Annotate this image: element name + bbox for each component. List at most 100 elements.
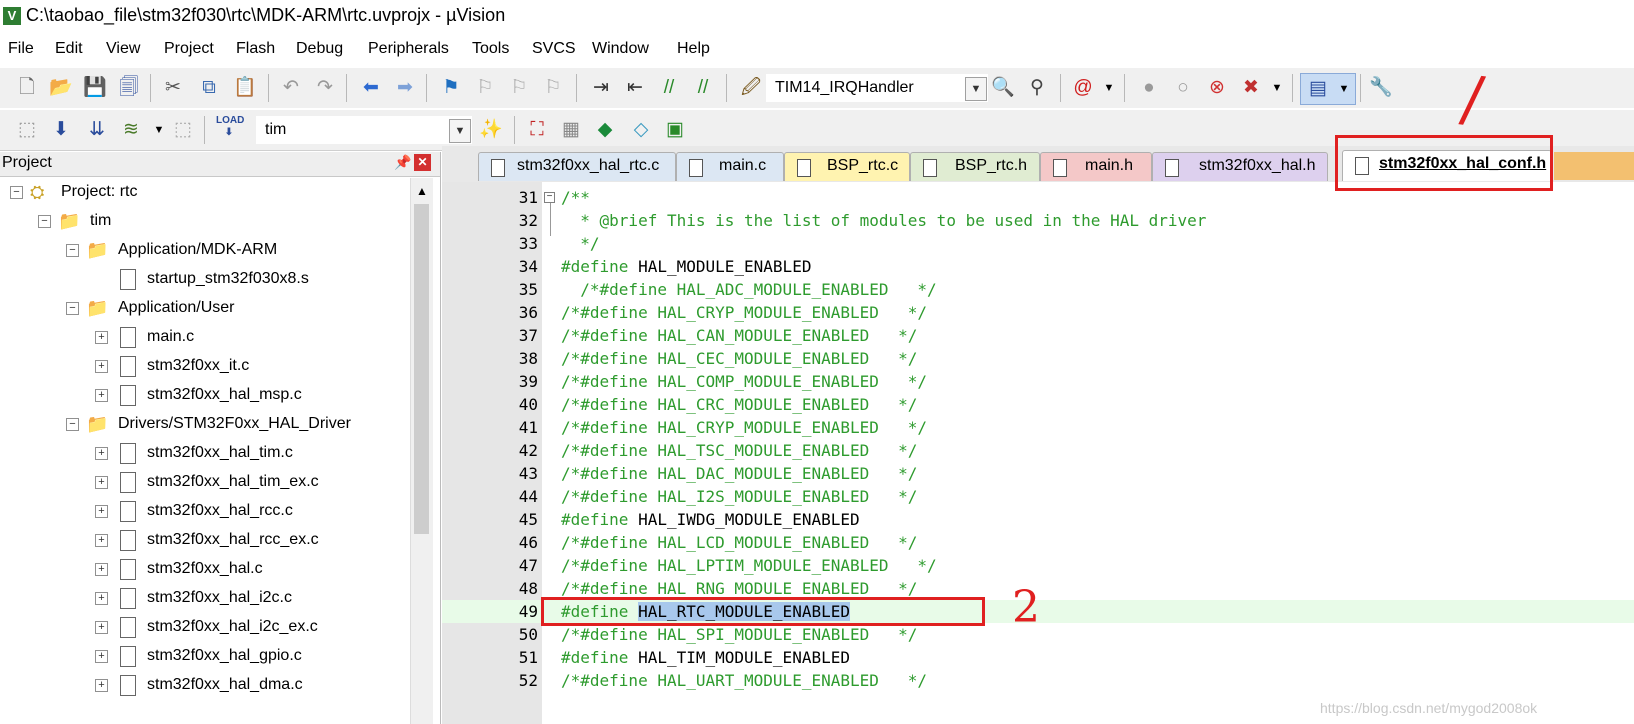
select-packs-icon[interactable]: ◆ bbox=[592, 117, 618, 143]
function-combo[interactable]: TIM14_IRQHandler ▼ bbox=[766, 74, 988, 102]
clear-bookmarks-icon[interactable]: ⚐ bbox=[540, 75, 566, 101]
navigate-forward-icon[interactable]: ➡ bbox=[392, 75, 418, 101]
expand-icon[interactable]: + bbox=[95, 563, 108, 576]
prev-bookmark-icon[interactable]: ⚐ bbox=[472, 75, 498, 101]
menu-tools[interactable]: Tools bbox=[472, 40, 509, 58]
expand-icon[interactable]: + bbox=[95, 650, 108, 663]
navigate-back-icon[interactable]: ⬅ bbox=[358, 75, 384, 101]
batch-build-icon[interactable]: ≋ bbox=[118, 117, 144, 143]
disable-breakpoint-icon[interactable]: ○ bbox=[1170, 75, 1196, 101]
menu-svcs[interactable]: SVCS bbox=[532, 40, 576, 58]
tab-bsp-rtc-c[interactable]: BSP_rtc.c bbox=[784, 152, 910, 181]
code-line[interactable]: 43 /*#define HAL_DAC_MODULE_ENABLED */ bbox=[442, 462, 1634, 485]
code-line[interactable]: 41 /*#define HAL_CRYP_MODULE_ENABLED */ bbox=[442, 416, 1634, 439]
chevron-down-icon[interactable]: ▼ bbox=[449, 119, 471, 143]
expand-icon[interactable]: + bbox=[95, 505, 108, 518]
code-line[interactable]: 32 * @brief This is the list of modules … bbox=[442, 209, 1634, 232]
unindent-icon[interactable]: ⇤ bbox=[622, 75, 648, 101]
tab-stm32f0xx-hal-h[interactable]: stm32f0xx_hal.h bbox=[1152, 152, 1328, 181]
rebuild-icon[interactable]: ⇊ bbox=[84, 117, 110, 143]
indent-icon[interactable]: ⇥ bbox=[588, 75, 614, 101]
save-all-icon[interactable]: 🗐 bbox=[116, 75, 142, 101]
code-line[interactable]: 34 #define HAL_MODULE_ENABLED bbox=[442, 255, 1634, 278]
tab-main-h[interactable]: main.h bbox=[1040, 152, 1152, 181]
code-line[interactable]: 47 /*#define HAL_LPTIM_MODULE_ENABLED */ bbox=[442, 554, 1634, 577]
expand-icon[interactable]: + bbox=[95, 621, 108, 634]
save-icon[interactable]: 💾 bbox=[82, 75, 108, 101]
configure-wrench-icon[interactable]: 🔧 bbox=[1368, 75, 1394, 101]
expand-icon[interactable]: + bbox=[95, 679, 108, 692]
code-line[interactable]: 38 /*#define HAL_CEC_MODULE_ENABLED */ bbox=[442, 347, 1634, 370]
code-line[interactable]: 52 /*#define HAL_UART_MODULE_ENABLED */ bbox=[442, 669, 1634, 692]
code-line[interactable]: 37 /*#define HAL_CAN_MODULE_ENABLED */ bbox=[442, 324, 1634, 347]
fold-icon[interactable]: − bbox=[544, 192, 555, 203]
menu-flash[interactable]: Flash bbox=[236, 40, 275, 58]
target-options-icon[interactable]: ✨ bbox=[478, 117, 504, 143]
menu-peripherals[interactable]: Peripherals bbox=[368, 40, 449, 58]
expand-icon[interactable]: + bbox=[95, 447, 108, 460]
collapse-icon[interactable]: − bbox=[10, 186, 23, 199]
tab-overflow[interactable] bbox=[1554, 152, 1634, 180]
project-scrollbar[interactable]: ▲ bbox=[410, 178, 433, 724]
menu-help[interactable]: Help bbox=[677, 40, 710, 58]
pin-icon[interactable]: 📌 bbox=[394, 154, 411, 171]
paste-icon[interactable]: 📋 bbox=[232, 75, 258, 101]
code-line[interactable]: 39 /*#define HAL_COMP_MODULE_ENABLED */ bbox=[442, 370, 1634, 393]
undo-icon[interactable]: ↶ bbox=[278, 75, 304, 101]
collapse-icon[interactable]: − bbox=[66, 244, 79, 257]
next-bookmark-icon[interactable]: ⚐ bbox=[506, 75, 532, 101]
comment-icon[interactable]: // bbox=[656, 75, 682, 101]
menu-edit[interactable]: Edit bbox=[55, 40, 83, 58]
cut-icon[interactable]: ✂ bbox=[160, 75, 186, 101]
manage-components-icon[interactable]: ▦ bbox=[558, 117, 584, 143]
new-file-icon[interactable]: 🗋 bbox=[14, 75, 40, 101]
chevron-down-icon[interactable]: ▼ bbox=[146, 117, 172, 143]
breakpoint-icon[interactable]: ● bbox=[1136, 75, 1162, 101]
run-time-environment-icon[interactable]: ▣ bbox=[662, 117, 688, 143]
disable-all-breakpoints-icon[interactable]: ⊗ bbox=[1204, 75, 1230, 101]
kill-all-breakpoints-icon[interactable]: ✖ bbox=[1238, 75, 1264, 101]
expand-icon[interactable]: + bbox=[95, 592, 108, 605]
code-line[interactable]: 44 /*#define HAL_I2S_MODULE_ENABLED */ bbox=[442, 485, 1634, 508]
window-layout-button[interactable]: ▤ ▼ bbox=[1300, 73, 1356, 105]
find-in-files-icon[interactable]: 🖉 bbox=[738, 75, 764, 101]
file-extensions-icon[interactable]: ⛶ bbox=[524, 117, 550, 143]
code-line[interactable]: 51 #define HAL_TIM_MODULE_ENABLED bbox=[442, 646, 1634, 669]
expand-icon[interactable]: + bbox=[95, 389, 108, 402]
uncomment-icon[interactable]: // bbox=[690, 75, 716, 101]
load-download-icon[interactable]: LOAD ⬇ bbox=[216, 115, 244, 141]
code-editor[interactable]: 31−/** 32 * @brief This is the list of mo… bbox=[442, 182, 1634, 724]
debug-session-icon[interactable]: @ bbox=[1070, 75, 1096, 101]
build-icon[interactable]: ⬇ bbox=[48, 117, 74, 143]
chevron-down-icon[interactable]: ▼ bbox=[1096, 75, 1122, 101]
chevron-down-icon[interactable]: ▼ bbox=[965, 77, 987, 101]
collapse-icon[interactable]: − bbox=[38, 215, 51, 228]
collapse-icon[interactable]: − bbox=[66, 418, 79, 431]
target-combo[interactable]: tim ▼ bbox=[256, 116, 472, 144]
code-line[interactable]: 42 /*#define HAL_TSC_MODULE_ENABLED */ bbox=[442, 439, 1634, 462]
tab-main-c[interactable]: main.c bbox=[676, 152, 784, 181]
code-line[interactable]: 45 #define HAL_IWDG_MODULE_ENABLED bbox=[442, 508, 1634, 531]
translate-icon[interactable]: ⬚ bbox=[14, 117, 40, 143]
tab-bsp-rtc-h[interactable]: BSP_rtc.h bbox=[910, 152, 1040, 181]
menu-file[interactable]: File bbox=[8, 40, 34, 58]
pack-installer-icon[interactable]: ◇ bbox=[628, 117, 654, 143]
collapse-icon[interactable]: − bbox=[66, 302, 79, 315]
code-line[interactable]: 40 /*#define HAL_CRC_MODULE_ENABLED */ bbox=[442, 393, 1634, 416]
expand-icon[interactable]: + bbox=[95, 360, 108, 373]
tab-stm32f0xx-hal-rtc-c[interactable]: stm32f0xx_hal_rtc.c bbox=[478, 152, 676, 181]
scroll-thumb[interactable] bbox=[414, 204, 429, 534]
chevron-down-icon[interactable]: ▼ bbox=[1264, 75, 1290, 101]
redo-icon[interactable]: ↷ bbox=[312, 75, 338, 101]
code-line[interactable]: 35 /*#define HAL_ADC_MODULE_ENABLED */ bbox=[442, 278, 1634, 301]
menu-project[interactable]: Project bbox=[164, 40, 214, 58]
stop-build-icon[interactable]: ⬚ bbox=[170, 117, 196, 143]
expand-icon[interactable]: + bbox=[95, 331, 108, 344]
close-icon[interactable]: ✕ bbox=[414, 154, 431, 171]
code-line[interactable]: 36 /*#define HAL_CRYP_MODULE_ENABLED */ bbox=[442, 301, 1634, 324]
copy-icon[interactable]: ⧉ bbox=[196, 75, 222, 101]
find-icon[interactable]: 🔍 bbox=[990, 75, 1016, 101]
code-line[interactable]: 46 /*#define HAL_LCD_MODULE_ENABLED */ bbox=[442, 531, 1634, 554]
open-folder-icon[interactable]: 📂 bbox=[48, 75, 74, 101]
menu-window[interactable]: Window bbox=[592, 40, 649, 58]
